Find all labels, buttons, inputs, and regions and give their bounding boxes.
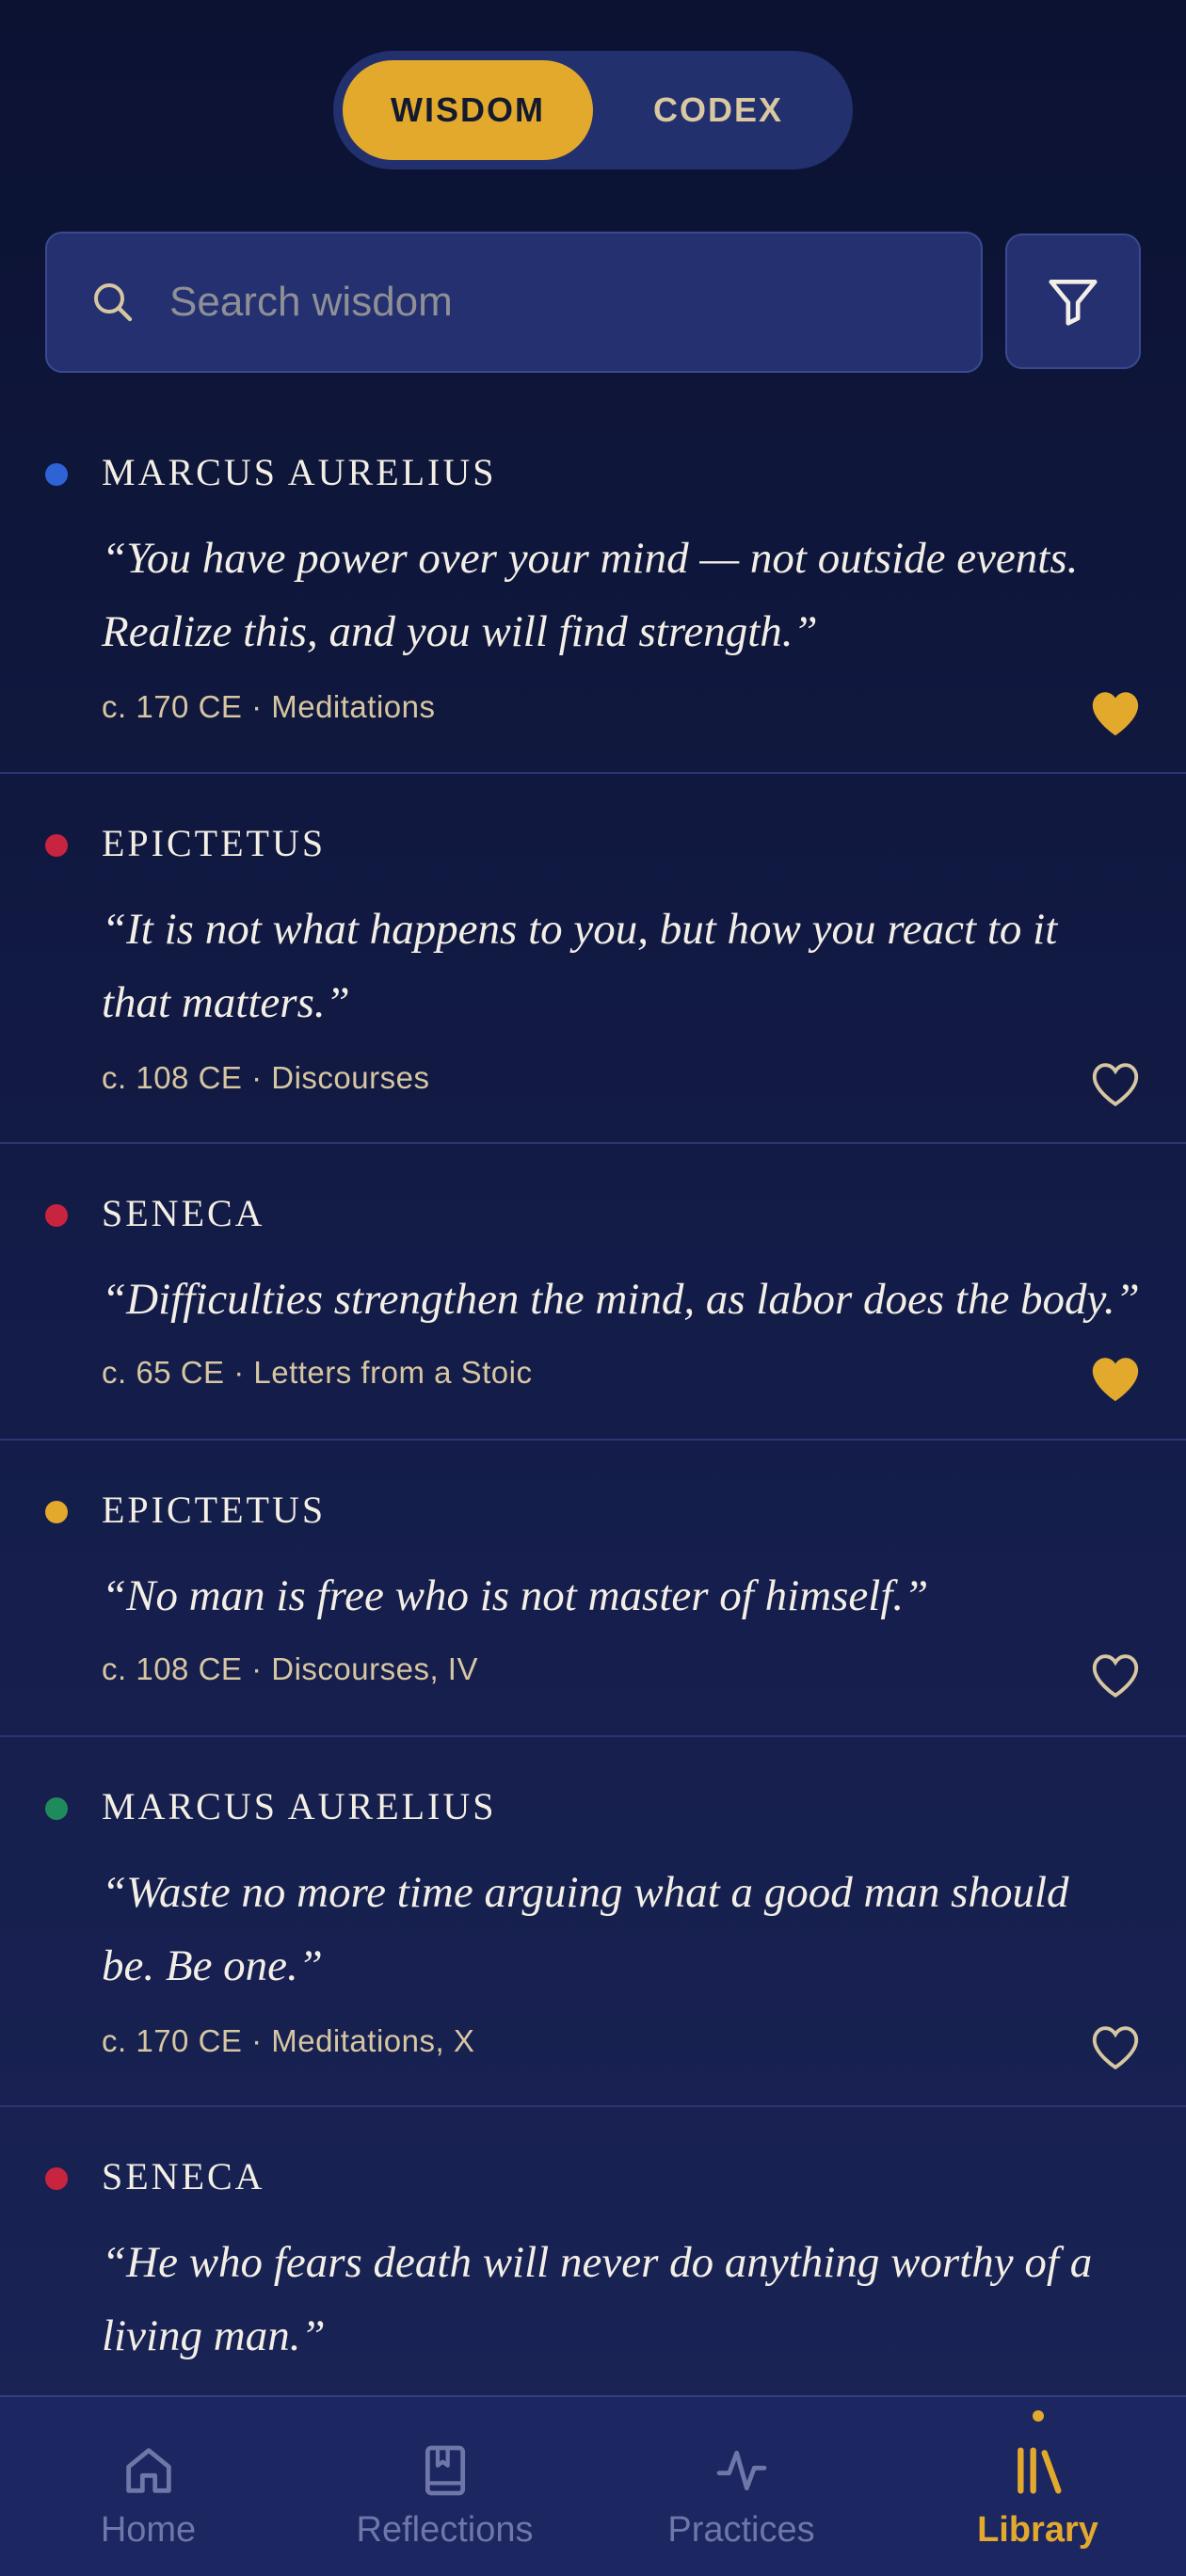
nav-label: Practices — [667, 2510, 815, 2550]
quote-author: MARCUS AURELIUS — [102, 1785, 497, 1827]
nav-practices[interactable]: Practices — [593, 2397, 890, 2576]
bottom-nav: Home Reflections Practices Library — [0, 2395, 1186, 2576]
heart-filled-icon[interactable] — [1088, 687, 1143, 738]
tab-wisdom[interactable]: WISDOM — [343, 60, 593, 160]
search-icon — [94, 283, 133, 322]
search-placeholder: Search wisdom — [169, 279, 453, 325]
quote-meta: c. 170 CE · Meditations — [102, 689, 436, 724]
category-dot — [45, 834, 68, 857]
heart-filled-icon[interactable] — [1088, 1353, 1143, 1404]
quote-meta: c. 108 CE · Discourses, IV — [102, 1651, 478, 1686]
heart-outline-icon[interactable] — [1088, 2021, 1143, 2072]
category-dot — [45, 1501, 68, 1523]
heart-outline-icon[interactable] — [1088, 1650, 1143, 1700]
library-screen: WISDOM CODEX Search wisdom MARCUS AURELI… — [0, 0, 1186, 2576]
quote-text: “It is not what happens to you, but how … — [102, 905, 1058, 1027]
quote-card[interactable]: MARCUS AURELIUS “You have power over you… — [0, 403, 1186, 774]
heart-outline-icon[interactable] — [1088, 1058, 1143, 1109]
quote-card[interactable]: SENECA “Difficulties strengthen the mind… — [0, 1144, 1186, 1441]
nav-label: Home — [100, 2510, 197, 2550]
quote-meta: c. 108 CE · Discourses — [102, 1060, 430, 1095]
quote-card[interactable]: MARCUS AURELIUS “Waste no more time argu… — [0, 1737, 1186, 2107]
quote-text: “He who fears death will never do anythi… — [102, 2238, 1093, 2360]
nav-label: Reflections — [356, 2510, 534, 2550]
quote-text: “Waste no more time arguing what a good … — [102, 1868, 1069, 1990]
category-dot — [45, 1797, 68, 1820]
quote-card[interactable]: EPICTETUS “No man is free who is not mas… — [0, 1441, 1186, 1737]
tab-codex[interactable]: CODEX — [593, 60, 843, 160]
quote-meta: c. 65 CE · Letters from a Stoic — [102, 1355, 533, 1390]
active-indicator — [1032, 2410, 1044, 2422]
mode-toggle: WISDOM CODEX — [333, 51, 853, 169]
filter-button[interactable] — [1005, 233, 1141, 369]
nav-label: Library — [977, 2510, 1098, 2550]
category-dot — [45, 1204, 68, 1227]
nav-library[interactable]: Library — [890, 2397, 1186, 2576]
search-input[interactable]: Search wisdom — [45, 232, 983, 373]
quote-text: “Difficulties strengthen the mind, as la… — [102, 1275, 1140, 1324]
quote-author: SENECA — [102, 1192, 265, 1234]
quote-author: SENECA — [102, 2155, 265, 2198]
library-icon — [1017, 2447, 1062, 2494]
activity-icon — [716, 2450, 766, 2491]
nav-home[interactable]: Home — [0, 2397, 296, 2576]
quote-author: MARCUS AURELIUS — [102, 451, 497, 493]
nav-reflections[interactable]: Reflections — [296, 2397, 593, 2576]
quote-card[interactable]: EPICTETUS “It is not what happens to you… — [0, 774, 1186, 1144]
category-dot — [45, 463, 68, 486]
book-icon — [425, 2445, 465, 2496]
quote-meta: c. 170 CE · Meditations, X — [102, 2023, 475, 2058]
filter-icon — [1049, 280, 1098, 326]
quote-author: EPICTETUS — [102, 822, 327, 864]
quote-text: “No man is free who is not master of him… — [102, 1571, 929, 1620]
quote-author: EPICTETUS — [102, 1489, 327, 1531]
home-icon — [125, 2448, 171, 2493]
quote-text: “You have power over your mind — not out… — [102, 534, 1079, 656]
quote-list: MARCUS AURELIUS “You have power over you… — [0, 403, 1186, 2484]
category-dot — [45, 2167, 68, 2190]
